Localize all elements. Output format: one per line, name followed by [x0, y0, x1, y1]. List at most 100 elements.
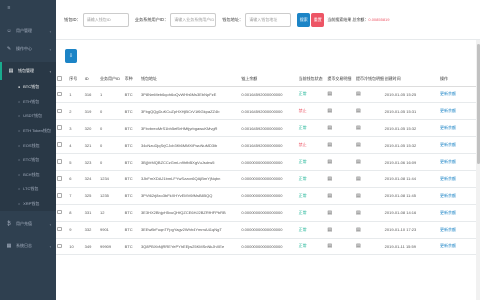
row-checkbox[interactable]: [56, 136, 69, 155]
update-balance-link[interactable]: 更新余额: [440, 91, 456, 96]
table-row[interactable]: 1 316 1 BTC 3P8NmMeb6qoh6oQvWHh6Ms3EbNpFzE 0.…: [56, 86, 480, 104]
column-header[interactable]: 当前钱包状态: [297, 72, 327, 87]
row-cold-detail[interactable]: ▤: [355, 221, 384, 239]
row-cold-detail[interactable]: ▤: [355, 102, 384, 121]
sidebar-item-logs[interactable]: ▦ 系统日志 ‹: [0, 237, 56, 255]
row-cold-detail[interactable]: ▤: [355, 238, 384, 256]
document-icon[interactable]: ▤: [356, 159, 361, 165]
row-checkbox-box[interactable]: [57, 243, 62, 249]
search-button[interactable]: 搜索: [297, 12, 311, 27]
document-icon[interactable]: ▤: [356, 91, 361, 97]
row-checkbox-box[interactable]: [57, 108, 62, 114]
row-withdraw-detail[interactable]: ▤: [326, 221, 355, 239]
row-checkbox-box[interactable]: [57, 226, 62, 232]
row-action[interactable]: 更新余额: [438, 238, 480, 256]
row-withdraw-detail[interactable]: ▤: [326, 204, 355, 222]
row-withdraw-detail[interactable]: ▤: [326, 187, 355, 205]
document-icon[interactable]: ▤: [327, 91, 332, 97]
update-balance-link[interactable]: 更新余额: [440, 108, 456, 113]
row-withdraw-detail[interactable]: ▤: [326, 170, 355, 188]
sidebar-subitem-bch[interactable]: ○ BCH钱包: [0, 167, 56, 183]
row-checkbox[interactable]: [56, 170, 69, 188]
document-icon[interactable]: ▤: [327, 125, 332, 131]
row-cold-detail[interactable]: ▤: [355, 170, 384, 188]
column-header[interactable]: 钱包地址: [139, 72, 241, 87]
document-icon[interactable]: ▤: [356, 125, 361, 131]
row-checkbox[interactable]: [56, 204, 69, 222]
document-icon[interactable]: ▤: [327, 210, 332, 216]
document-icon[interactable]: ▤: [356, 227, 361, 233]
row-action[interactable]: 更新余额: [438, 119, 480, 138]
menu-toggle-icon[interactable]: ≡: [6, 5, 12, 11]
document-icon[interactable]: ▤: [356, 142, 361, 148]
row-action[interactable]: 更新余额: [438, 153, 480, 171]
update-balance-link[interactable]: 更新余额: [440, 142, 456, 147]
table-row[interactable]: 8 331 12 BTC 3E3HX2BhjpH5xuQHfQZCE6HJ2BZRfHF…: [56, 204, 480, 222]
column-header[interactable]: 提币交易明细: [326, 72, 355, 87]
row-checkbox-box[interactable]: [57, 193, 62, 198]
row-action[interactable]: 更新余额: [438, 187, 480, 205]
sidebar-subitem-eth-token[interactable]: ○ ETH Token钱包: [0, 123, 56, 139]
table-row[interactable]: 6 324 1234 BTC 3JbFmXDAJ1bmLFYwSzzcn6QAjBmYj…: [56, 170, 480, 188]
row-cold-detail[interactable]: ▤: [355, 153, 384, 171]
row-withdraw-detail[interactable]: ▤: [326, 119, 355, 138]
sidebar-subitem-etc[interactable]: ○ ETC钱包: [0, 152, 56, 168]
document-icon[interactable]: ▤: [327, 108, 332, 114]
row-checkbox[interactable]: [56, 102, 69, 121]
update-balance-link[interactable]: 更新余额: [440, 227, 456, 232]
row-withdraw-detail[interactable]: ▤: [326, 153, 355, 171]
column-header[interactable]: 序号: [68, 72, 84, 87]
column-header[interactable]: 操作: [438, 72, 480, 87]
column-header[interactable]: 币种: [123, 72, 140, 87]
row-withdraw-detail[interactable]: ▤: [326, 136, 355, 155]
row-cold-detail[interactable]: ▤: [355, 119, 384, 138]
row-checkbox-box[interactable]: [57, 125, 62, 130]
document-icon[interactable]: ▤: [356, 108, 361, 114]
table-row[interactable]: 2 319 0 BTC 3FbgQQgDuKCuZpHXHjBCrV1f6GkpaZZ4…: [56, 102, 480, 121]
sidebar-item-users[interactable]: ☺ 用户管理 ‹: [0, 22, 56, 40]
row-checkbox[interactable]: [56, 153, 69, 171]
sidebar-subitem-usdt[interactable]: ○ USDT钱包: [0, 109, 56, 124]
update-balance-link[interactable]: 更新余额: [440, 176, 456, 181]
document-icon[interactable]: ▤: [327, 142, 332, 148]
document-icon[interactable]: ▤: [327, 193, 332, 199]
sidebar-subitem-eos[interactable]: ○ EOS钱包: [0, 138, 56, 153]
document-icon[interactable]: ▤: [356, 210, 361, 216]
column-header[interactable]: 链上余额: [240, 72, 298, 87]
sidebar-subitem-xrp[interactable]: ○ XRP钱包: [0, 196, 56, 212]
update-balance-link[interactable]: 更新余额: [440, 193, 456, 198]
row-checkbox-box[interactable]: [57, 176, 62, 181]
address-input[interactable]: 请输入钱包地址: [245, 12, 292, 27]
row-checkbox[interactable]: [56, 221, 69, 239]
row-checkbox-box[interactable]: [57, 142, 62, 147]
row-checkbox-box[interactable]: [57, 159, 62, 164]
scrollbar-thumb[interactable]: [476, 44, 480, 164]
column-header[interactable]: ID: [83, 72, 99, 87]
row-action[interactable]: 更新余额: [438, 170, 480, 188]
row-withdraw-detail[interactable]: ▤: [326, 86, 355, 104]
sidebar-subitem-btc[interactable]: ● BTC钱包: [0, 80, 56, 95]
row-action[interactable]: 更新余额: [438, 221, 480, 239]
table-row[interactable]: 5 323 0 BTC 3BjjVrMQBZCCzGmLn9hfbBXgVuJsdrw5…: [56, 153, 480, 171]
table-row[interactable]: 7 325 1235 BTC 3PVt62rj8xo3bFkXHYvEMV6fMsB85…: [56, 187, 480, 205]
wallet-id-input[interactable]: 请输入钱包ID: [82, 12, 129, 27]
update-balance-link[interactable]: 更新余额: [440, 210, 456, 215]
row-action[interactable]: 更新余额: [438, 204, 480, 222]
header-checkbox[interactable]: [56, 72, 69, 87]
export-button[interactable]: ⇩: [65, 49, 77, 63]
row-cold-detail[interactable]: ▤: [355, 204, 384, 222]
sidebar-item-recharge[interactable]: ₿ 用户充值 ‹: [0, 215, 56, 233]
sidebar-item-wallets[interactable]: ▤ 钱包管理 ‹: [0, 62, 56, 80]
row-withdraw-detail[interactable]: ▤: [326, 238, 355, 256]
select-all-checkbox[interactable]: [57, 76, 62, 81]
row-checkbox[interactable]: [56, 187, 69, 205]
sidebar-item-home[interactable]: ≡: [0, 0, 56, 16]
reset-button[interactable]: 重置: [311, 12, 325, 27]
sidebar-subitem-ltc[interactable]: ○ LTC钱包: [0, 182, 56, 197]
document-icon[interactable]: ▤: [327, 176, 332, 182]
row-checkbox[interactable]: [56, 238, 69, 256]
row-checkbox[interactable]: [56, 86, 69, 104]
row-action[interactable]: 更新余额: [438, 86, 480, 104]
update-balance-link[interactable]: 更新余额: [440, 243, 456, 248]
update-balance-link[interactable]: 更新余额: [440, 125, 456, 130]
